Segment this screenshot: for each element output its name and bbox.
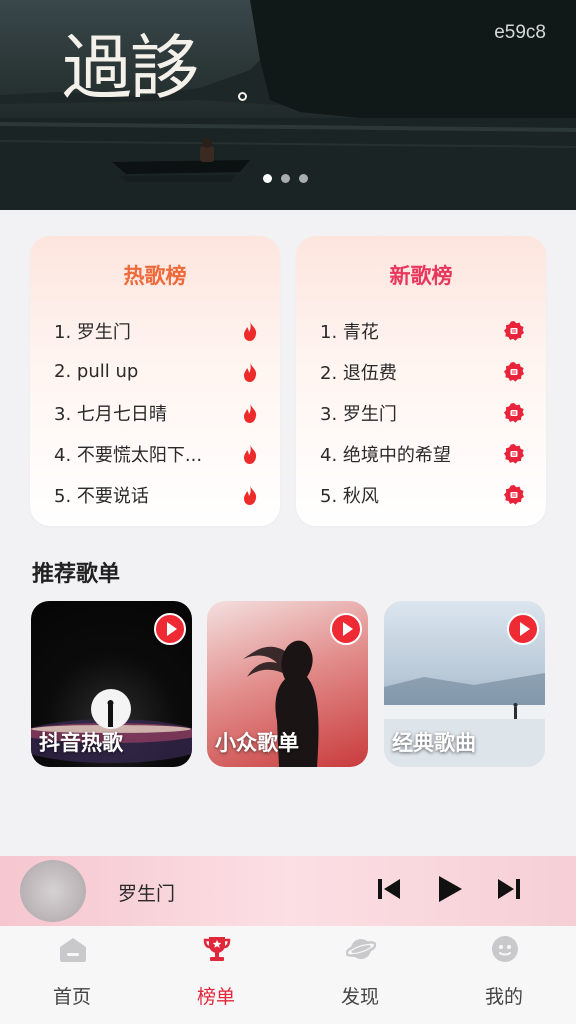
playlist-card[interactable]: 小众歌单 <box>207 601 368 767</box>
new-chart-item[interactable]: 2. 退伍费 <box>320 351 524 392</box>
song-title: 1. 青花 <box>320 321 379 343</box>
recommend-section-title: 推荐歌单 <box>32 562 121 587</box>
carousel-indicator[interactable] <box>263 174 308 183</box>
new-chart-item[interactable]: 4. 绝境中的希望 <box>320 433 524 474</box>
new-chart-item[interactable]: 3. 罗生门 <box>320 392 524 433</box>
song-title: 3. 罗生门 <box>320 403 397 425</box>
play-icon[interactable] <box>507 613 539 645</box>
hot-chart-item[interactable]: 3. 七月七日晴 <box>54 392 258 433</box>
song-title: 4. 不要慌太阳下... <box>54 444 203 466</box>
banner-title-mark <box>238 92 247 101</box>
planet-icon <box>346 939 376 959</box>
song-title: 2. pull up <box>54 361 139 382</box>
tab-label: 我的 <box>484 986 523 1008</box>
tab-chart[interactable]: 榜单 <box>166 926 266 1024</box>
next-icon[interactable] <box>496 876 522 902</box>
trophy-icon <box>203 937 231 961</box>
new-chart-item[interactable]: 5. 秋风 <box>320 474 524 515</box>
mini-player[interactable]: 罗生门 <box>0 856 576 926</box>
playlist-card[interactable]: 抖音热歌 <box>31 601 192 767</box>
playlist-card[interactable]: 经典歌曲 <box>384 601 545 767</box>
play-icon[interactable] <box>330 613 362 645</box>
flame-icon <box>244 443 257 464</box>
song-title: 1. 罗生门 <box>54 321 131 343</box>
carousel-dot[interactable] <box>263 174 272 183</box>
banner-title: 過誃 <box>62 27 200 109</box>
banner-code: e59c8 <box>494 22 546 43</box>
new-chart-item[interactable]: 1. 青花 <box>320 310 524 351</box>
bottom-nav: 首页 榜单 发现 我的 <box>0 926 576 1024</box>
song-title: 5. 秋风 <box>320 485 379 507</box>
song-title: 2. 退伍费 <box>320 362 397 384</box>
hot-chart-card[interactable]: 热歌榜 1. 罗生门 2. pull up 3. 七月七日晴 4. 不要慌太阳下… <box>30 236 280 526</box>
hot-chart-item[interactable]: 5. 不要说话 <box>54 474 258 515</box>
hot-chart-title[interactable]: 热歌榜 <box>30 260 280 290</box>
song-title: 5. 不要说话 <box>54 485 149 507</box>
hot-chart-item[interactable]: 2. pull up <box>54 351 258 392</box>
tab-label: 榜单 <box>196 986 235 1008</box>
carousel-dot[interactable] <box>299 174 308 183</box>
now-playing-title[interactable]: 罗生门 <box>118 879 175 906</box>
new-badge-icon <box>504 443 524 464</box>
banner-carousel[interactable]: 過誃 e59c8 <box>0 0 576 210</box>
flame-icon <box>244 484 257 505</box>
new-chart-card[interactable]: 新歌榜 1. 青花 2. 退伍费 3. 罗生门 4. 绝境中的希望 5. 秋风 <box>296 236 546 526</box>
user-face-icon <box>492 936 518 962</box>
hot-chart-item[interactable]: 4. 不要慌太阳下... <box>54 433 258 474</box>
home-icon <box>60 938 86 962</box>
new-badge-icon <box>504 402 524 423</box>
hot-chart-item[interactable]: 1. 罗生门 <box>54 310 258 351</box>
new-chart-list: 1. 青花 2. 退伍费 3. 罗生门 4. 绝境中的希望 5. 秋风 <box>320 310 524 515</box>
album-cover[interactable] <box>20 860 86 922</box>
tab-discover[interactable]: 发现 <box>310 926 410 1024</box>
song-title: 3. 七月七日晴 <box>54 403 167 425</box>
song-title: 4. 绝境中的希望 <box>320 444 451 466</box>
flame-icon <box>244 361 257 382</box>
tab-home[interactable]: 首页 <box>22 926 122 1024</box>
playlist-label: 小众歌单 <box>215 731 299 755</box>
tab-label: 首页 <box>52 986 91 1008</box>
playlist-label: 抖音热歌 <box>39 731 123 755</box>
carousel-dot[interactable] <box>281 174 290 183</box>
play-icon[interactable] <box>154 613 186 645</box>
new-badge-icon <box>504 320 524 341</box>
hot-chart-list: 1. 罗生门 2. pull up 3. 七月七日晴 4. 不要慌太阳下... … <box>54 310 258 515</box>
tab-label: 发现 <box>340 986 379 1008</box>
new-chart-title[interactable]: 新歌榜 <box>296 260 546 290</box>
playlist-label: 经典歌曲 <box>392 731 476 755</box>
new-badge-icon <box>504 484 524 505</box>
flame-icon <box>244 320 257 341</box>
previous-icon[interactable] <box>376 876 402 902</box>
new-badge-icon <box>504 361 524 382</box>
play-icon[interactable] <box>436 874 464 904</box>
tab-mine[interactable]: 我的 <box>454 926 554 1024</box>
flame-icon <box>244 402 257 423</box>
